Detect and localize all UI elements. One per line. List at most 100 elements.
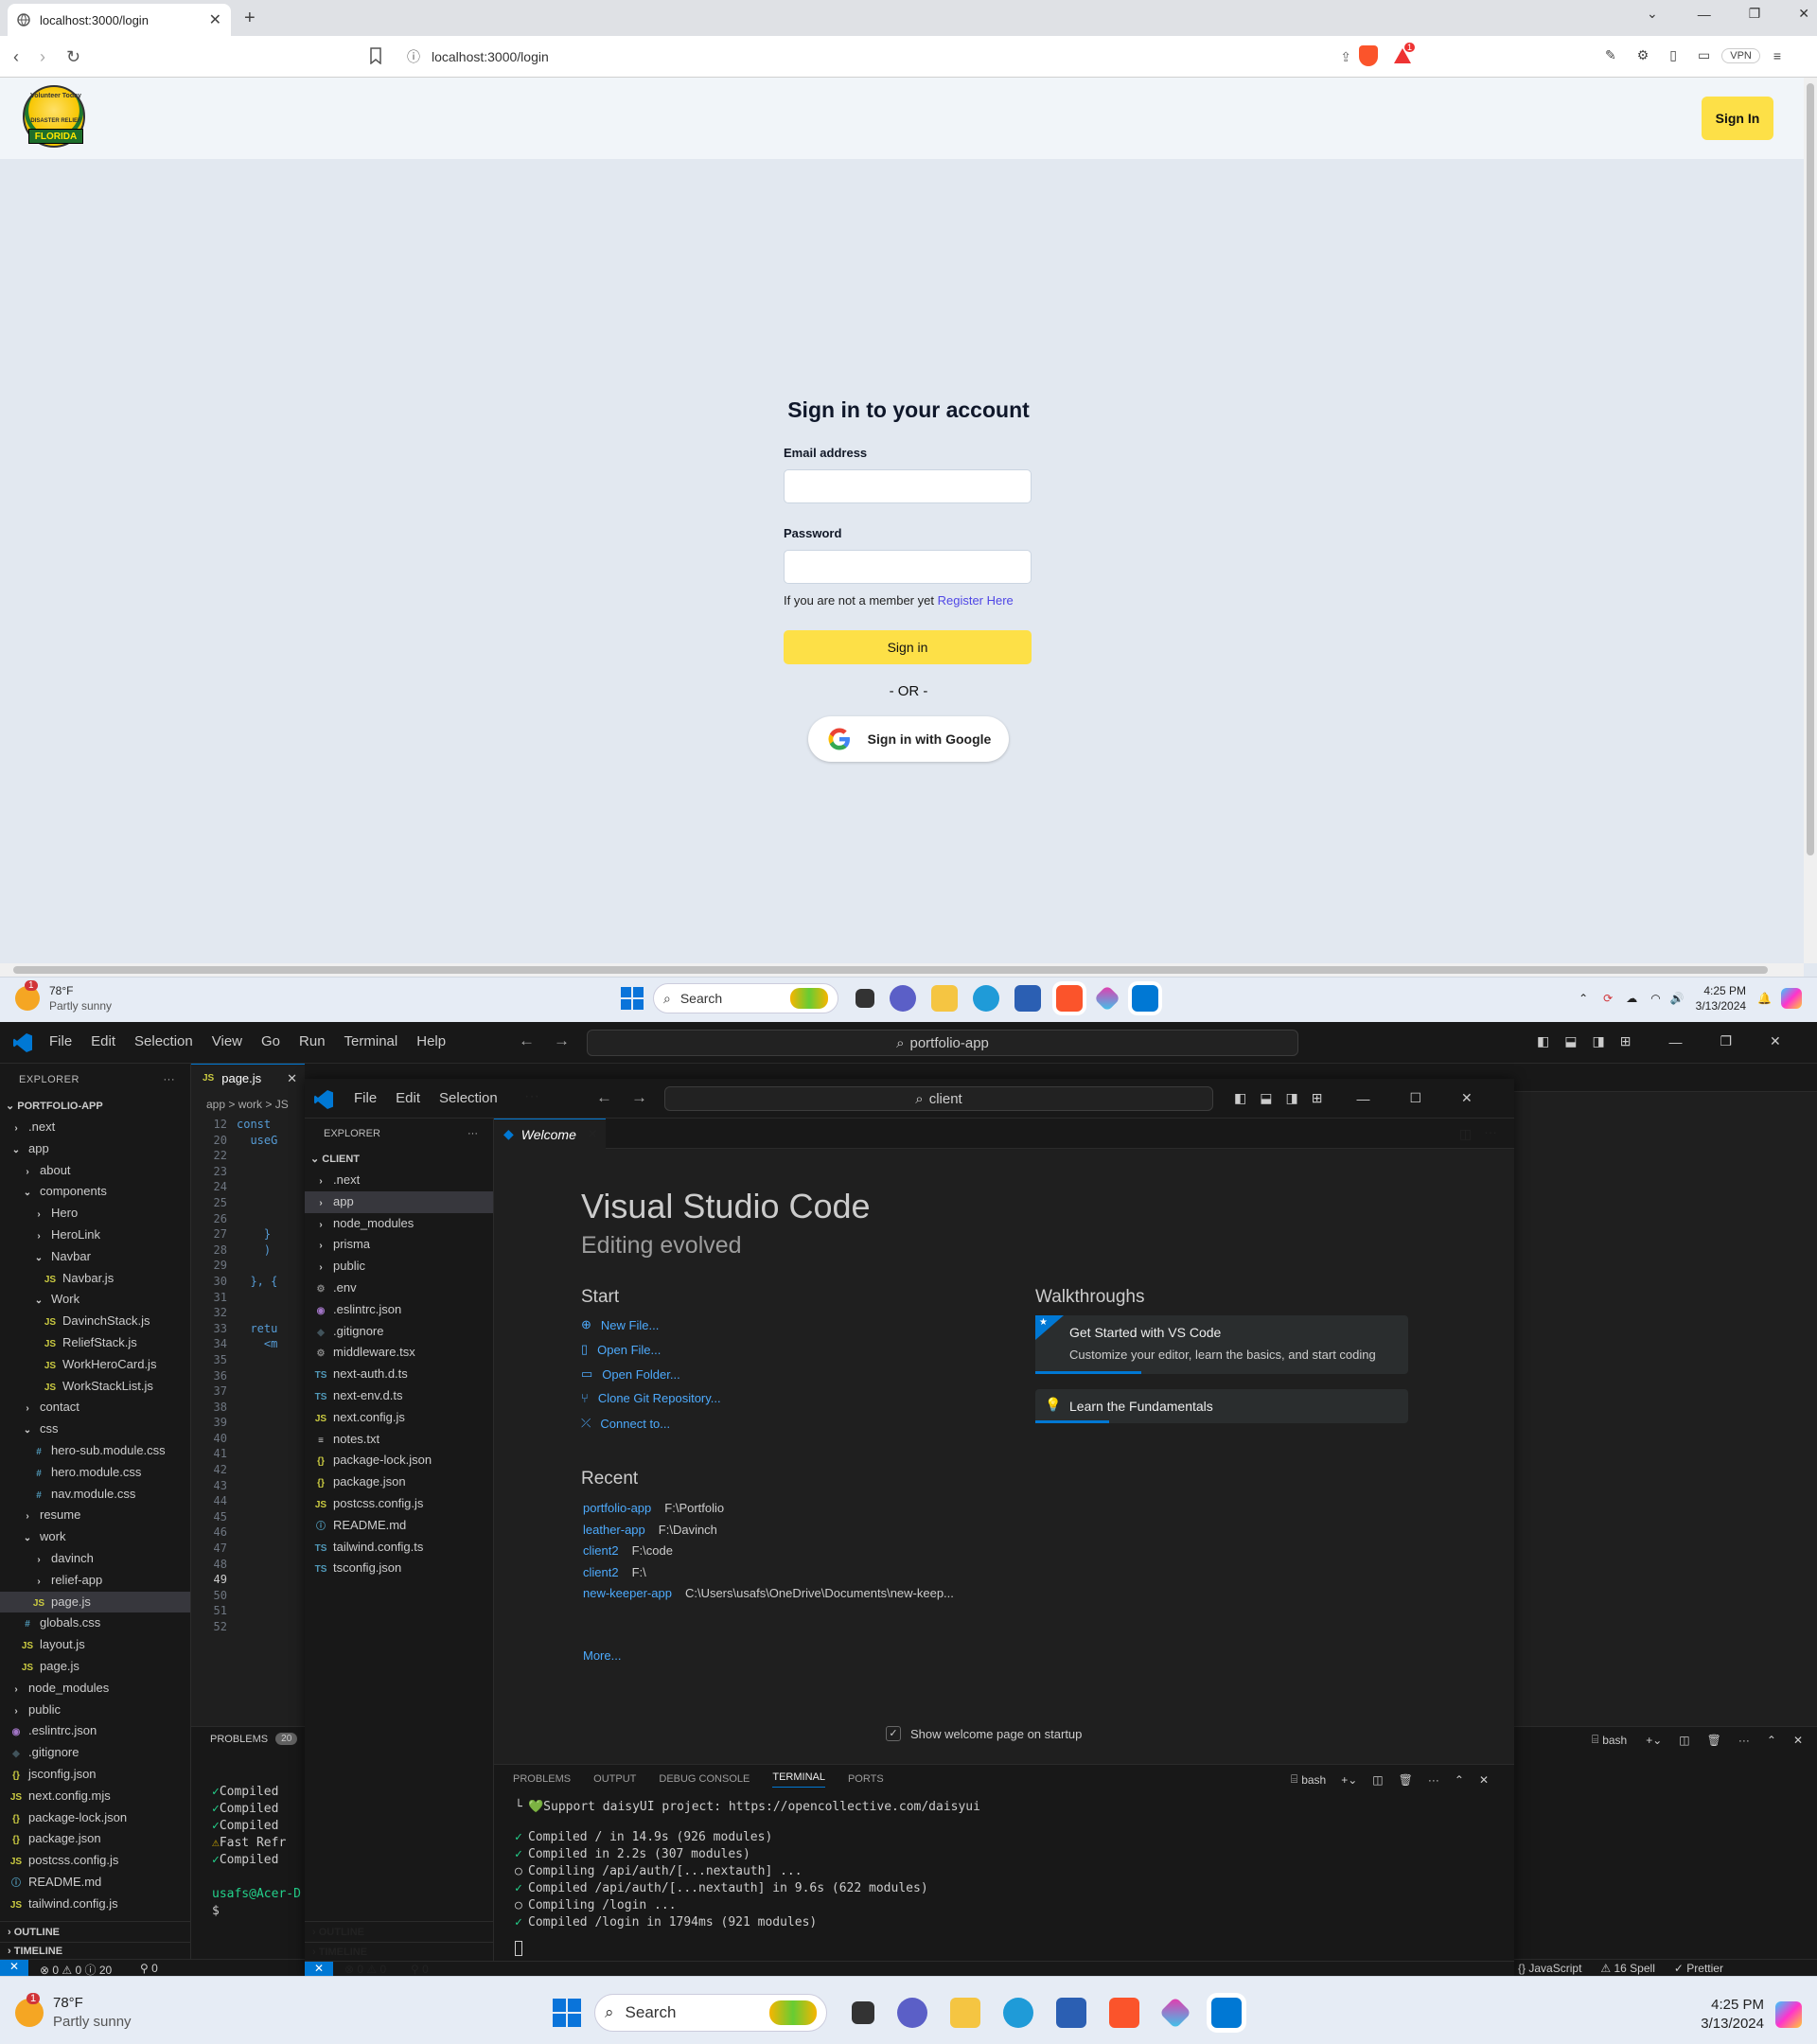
nav-back-icon[interactable]: ← — [519, 1031, 535, 1050]
bookmark-icon[interactable] — [369, 47, 382, 64]
clock[interactable]: 4:25 PM 3/13/2024 — [1696, 983, 1746, 1013]
file-tree-item[interactable]: ◆ .gitignore — [305, 1321, 493, 1343]
menu-item[interactable]: Selection — [439, 1090, 498, 1106]
register-link[interactable]: Register Here — [938, 593, 1014, 608]
status-ports[interactable]: ⚲ 0 — [140, 1962, 158, 1975]
file-tree-item[interactable]: ◉ .eslintrc.json — [305, 1299, 493, 1321]
menu-item[interactable]: Edit — [91, 1033, 115, 1049]
recent-name[interactable]: new-keeper-app — [583, 1586, 672, 1600]
copilot-icon[interactable] — [1781, 988, 1802, 1009]
recent-name[interactable]: client2 — [583, 1565, 619, 1579]
file-explorer-icon[interactable] — [931, 985, 958, 1012]
file-tree-item[interactable]: › app — [305, 1190, 493, 1213]
start-icon[interactable] — [621, 987, 644, 1010]
address-bar[interactable]: ⓘ localhost:3000/login ⇪ — [397, 42, 1363, 72]
start-link[interactable]: ⊕ New File... — [581, 1317, 659, 1332]
recent-name[interactable]: portfolio-app — [583, 1501, 651, 1515]
chevron-up-icon[interactable]: ⌃ — [1579, 992, 1588, 1005]
recent-name[interactable]: leather-app — [583, 1523, 645, 1537]
tab-search-icon[interactable]: ⌄ — [1647, 6, 1658, 22]
header-sign-in-button[interactable]: Sign In — [1702, 97, 1773, 140]
file-tree-item[interactable]: › public — [0, 1700, 190, 1721]
more-menu-icon[interactable]: ··· — [524, 1088, 539, 1105]
timeline-section[interactable]: › TIMELINE — [305, 1942, 494, 1962]
walkthrough-fundamentals[interactable]: 💡 Learn the Fundamentals — [1035, 1389, 1408, 1423]
store-icon[interactable] — [1014, 985, 1041, 1012]
recent-item[interactable]: client2 F:\code — [583, 1543, 673, 1558]
file-tree-item[interactable]: › resume — [0, 1505, 190, 1526]
breadcrumb[interactable]: app > work > JS — [206, 1098, 289, 1111]
brave-shield-icon[interactable] — [1359, 45, 1378, 66]
file-tree-item[interactable]: › relief-app — [0, 1570, 190, 1592]
menu-item[interactable]: Terminal — [344, 1033, 398, 1049]
puzzle-icon[interactable]: ⚙ — [1637, 47, 1649, 63]
file-tree-item[interactable]: JS page.js — [0, 1591, 190, 1613]
maximize-panel-icon[interactable]: ⌃ — [1455, 1773, 1464, 1787]
file-tree-item[interactable]: › HeroLink — [0, 1225, 190, 1246]
file-tree-item[interactable]: {} package-lock.json — [305, 1450, 493, 1471]
file-explorer-icon[interactable] — [950, 1998, 980, 2028]
more-recent-link[interactable]: More... — [583, 1648, 621, 1663]
more-icon[interactable]: ··· — [1484, 1124, 1497, 1139]
task-view-icon[interactable] — [856, 989, 874, 1008]
notification-icon[interactable]: 🔔 — [1757, 992, 1772, 1005]
edge-icon[interactable] — [973, 985, 999, 1012]
file-tree-item[interactable]: ⌄ css — [0, 1418, 190, 1440]
reload-icon[interactable]: ↻ — [66, 47, 80, 67]
menu-item[interactable]: Edit — [396, 1090, 420, 1106]
nav-back-icon[interactable]: ← — [596, 1088, 612, 1107]
menu-item[interactable]: View — [212, 1033, 242, 1049]
new-terminal-icon[interactable]: +⌄ — [1341, 1773, 1357, 1787]
file-tree-item[interactable]: › about — [0, 1160, 190, 1182]
taskbar-search[interactable]: ⌕ Search — [653, 983, 838, 1013]
close-panel-icon[interactable]: ✕ — [1479, 1773, 1489, 1787]
file-tree-item[interactable]: › public — [305, 1256, 493, 1278]
chat-icon[interactable] — [897, 1998, 927, 2028]
file-tree-item[interactable]: {} jsconfig.json — [0, 1764, 190, 1786]
menu-item[interactable]: File — [354, 1090, 377, 1106]
minimize-icon[interactable]: — — [1668, 1034, 1682, 1049]
layout-icon[interactable]: ⊞ — [1312, 1090, 1323, 1106]
toggle-secondary-icon[interactable]: ◨ — [1285, 1090, 1297, 1106]
taskbar-search[interactable]: ⌕ Search — [594, 1994, 827, 2032]
file-tree-item[interactable]: JS DavinchStack.js — [0, 1311, 190, 1332]
file-tree-item[interactable]: TS next-auth.d.ts — [305, 1364, 493, 1385]
task-view-icon[interactable] — [852, 2001, 874, 2024]
file-tree-item[interactable]: {} package-lock.json — [0, 1807, 190, 1829]
file-tree-item[interactable]: JS next.config.mjs — [0, 1786, 190, 1807]
file-tree-item[interactable]: ⌄ Navbar — [0, 1246, 190, 1268]
toggle-panel-icon[interactable]: ⬓ — [1260, 1090, 1272, 1106]
remote-icon[interactable]: ✕ — [305, 1962, 333, 1976]
site-logo[interactable]: Volunteer Today DISASTER RELIEF FLORIDA — [23, 85, 85, 148]
menu-item[interactable]: Help — [416, 1033, 446, 1049]
problems-tab[interactable]: PROBLEMS — [210, 1734, 268, 1745]
recent-item[interactable]: client2 F:\ — [583, 1565, 646, 1579]
brave-icon[interactable] — [1109, 1998, 1139, 2028]
rewards-icon[interactable]: 1 — [1393, 43, 1416, 65]
sign-in-button[interactable]: Sign in — [784, 630, 1032, 664]
brave-icon[interactable] — [1056, 985, 1083, 1012]
sync-icon[interactable]: ⟳ — [1603, 992, 1613, 1005]
close-tab-icon[interactable]: ✕ — [209, 10, 221, 29]
recent-item[interactable]: new-keeper-app C:\Users\usafs\OneDrive\Do… — [583, 1586, 954, 1600]
file-tree-item[interactable]: {} package.json — [305, 1471, 493, 1493]
minimize-icon[interactable]: — — [1356, 1091, 1369, 1106]
menu-item[interactable]: Run — [299, 1033, 326, 1049]
share-icon[interactable]: ⇪ — [1340, 49, 1351, 65]
file-tree-item[interactable]: # hero.module.css — [0, 1462, 190, 1484]
clock[interactable]: 4:25 PM 3/13/2024 — [1701, 1996, 1764, 2034]
vscode-icon[interactable] — [1211, 1998, 1242, 2028]
file-tree-item[interactable]: JS WorkStackList.js — [0, 1376, 190, 1398]
welcome-tab[interactable]: ◆ Welcome ✕ — [494, 1119, 606, 1149]
status-item[interactable]: ⚠ 16 Spell — [1600, 1962, 1654, 1975]
file-tree-item[interactable]: ⚙ .env — [305, 1278, 493, 1299]
file-tree-item[interactable]: › .next — [0, 1117, 190, 1138]
file-tree-item[interactable]: JS next.config.js — [305, 1407, 493, 1429]
timeline-section[interactable]: › TIMELINE — [0, 1942, 191, 1960]
file-tree-item[interactable]: › .next — [305, 1170, 493, 1191]
menu-item[interactable]: File — [49, 1033, 72, 1049]
store-icon[interactable] — [1056, 1998, 1086, 2028]
toggle-panel-icon[interactable]: ⬓ — [1564, 1033, 1577, 1049]
file-tree-item[interactable]: ⚙ middleware.tsx — [305, 1342, 493, 1364]
copilot-icon[interactable] — [1775, 2001, 1802, 2028]
